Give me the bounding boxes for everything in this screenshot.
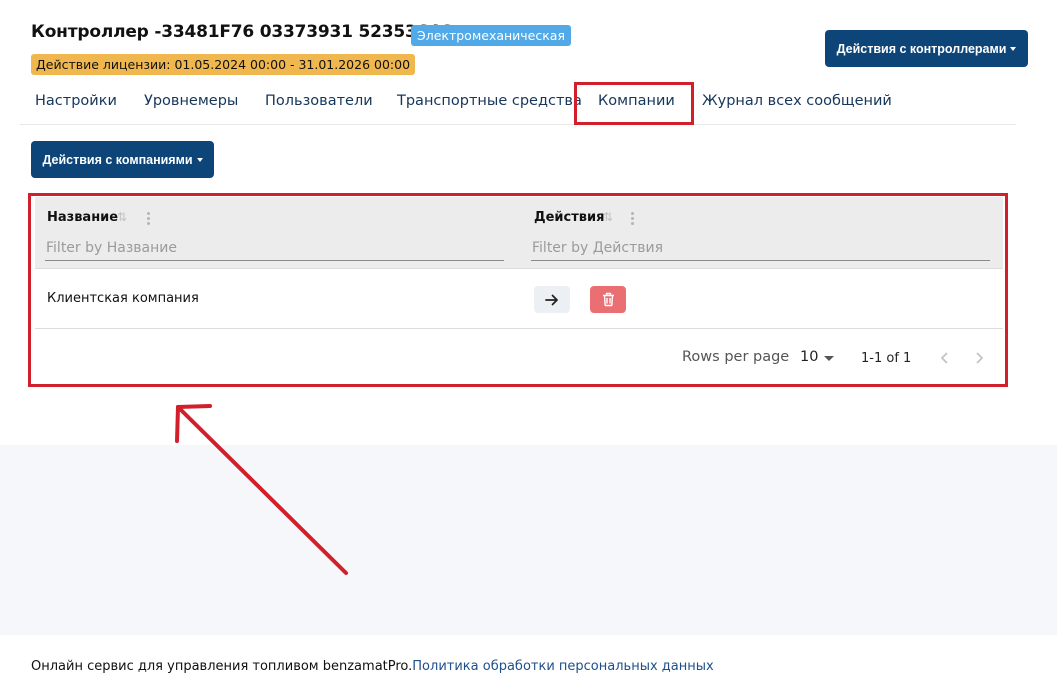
tab-users[interactable]: Пользователи	[265, 93, 373, 109]
caret-down-icon	[1010, 46, 1017, 51]
footer-text: Онлайн сервис для управления топливом be…	[31, 659, 714, 674]
controller-actions-button[interactable]: Действия с контроллерами	[825, 30, 1028, 67]
company-actions-label: Действия с компаниями	[42, 152, 193, 167]
page-title: Контроллер -33481F76 03373931 5235364C	[31, 22, 453, 42]
tab-settings[interactable]: Настройки	[35, 93, 117, 109]
annotation-table-highlight	[28, 193, 1008, 387]
tab-level-gauges[interactable]: Уровнемеры	[144, 93, 238, 109]
controller-actions-label: Действия с контроллерами	[836, 41, 1007, 56]
caret-down-icon	[196, 157, 203, 162]
privacy-policy-link[interactable]: Политика обработки персональных данных	[412, 659, 713, 674]
license-period-badge: Действие лицензии: 01.05.2024 00:00 - 31…	[31, 54, 416, 75]
page: Контроллер -33481F76 03373931 5235364C Э…	[0, 0, 1057, 691]
footer-service-text: Онлайн сервис для управления топливом be…	[31, 659, 413, 674]
annotation-tab-highlight	[574, 82, 694, 125]
controller-type-badge: Электромеханическая	[411, 25, 571, 46]
tab-message-log[interactable]: Журнал всех сообщений	[702, 93, 892, 109]
tab-vehicles[interactable]: Транспортные средства	[397, 93, 582, 109]
company-actions-button[interactable]: Действия с компаниями	[31, 141, 214, 178]
page-background	[0, 445, 1057, 635]
